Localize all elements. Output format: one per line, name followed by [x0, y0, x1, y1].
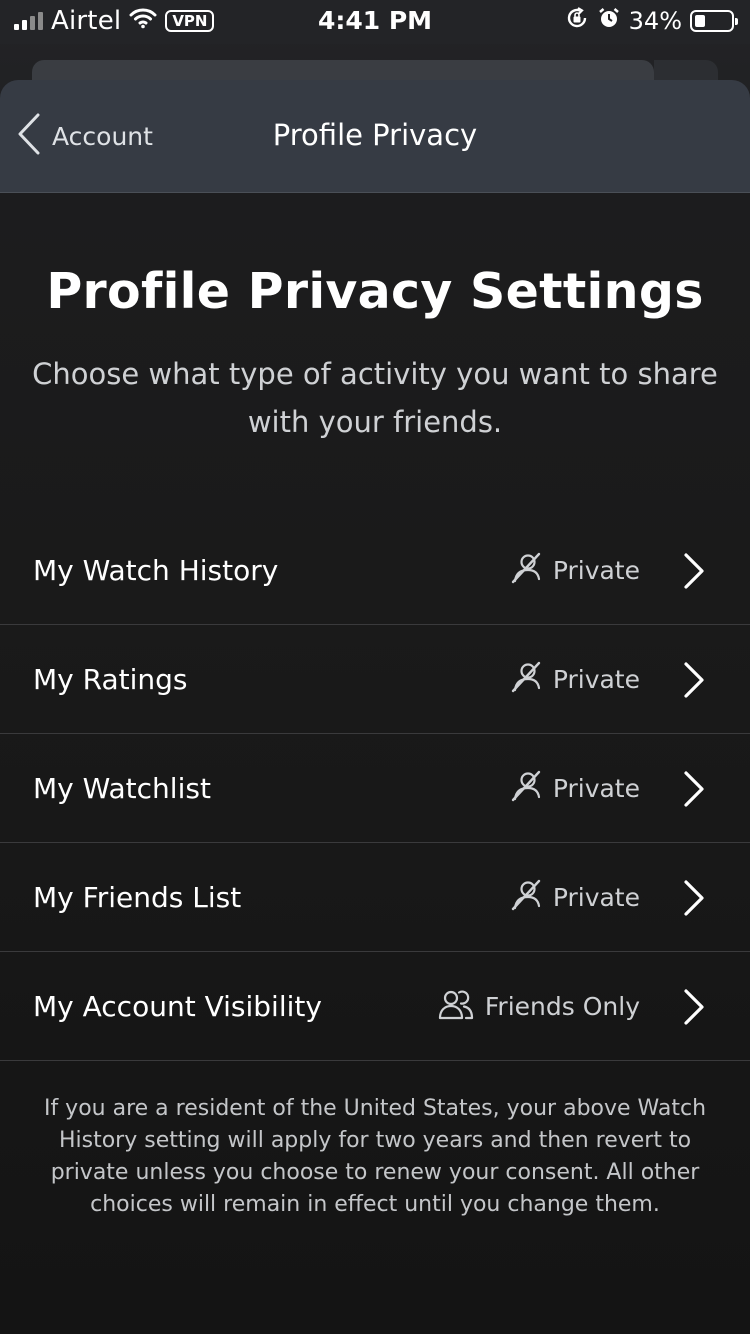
status-bar: Airtel VPN 4:41 PM 34% [0, 0, 750, 44]
chevron-right-icon [682, 988, 706, 1030]
setting-row-friends-list[interactable]: My Friends List Private [0, 843, 750, 952]
setting-value: Private [509, 769, 640, 807]
privacy-sheet: Account Profile Privacy Profile Privacy … [0, 80, 750, 1334]
setting-row-watchlist[interactable]: My Watchlist Private [0, 734, 750, 843]
setting-row-account-visibility[interactable]: My Account Visibility Friends Only [0, 952, 750, 1061]
settings-heading: Profile Privacy Settings [46, 263, 704, 320]
friends-icon [437, 987, 475, 1025]
setting-value-text: Private [552, 555, 640, 585]
setting-value-text: Private [552, 773, 640, 803]
back-label: Account [52, 121, 153, 151]
setting-label: My Friends List [33, 880, 242, 914]
consent-footnote: If you are a resident of the United Stat… [43, 1096, 707, 1217]
setting-value: Private [509, 660, 640, 698]
screen: Airtel VPN 4:41 PM 34% Account Profile P… [0, 0, 750, 1334]
chevron-right-icon [682, 661, 706, 703]
private-icon [509, 551, 543, 589]
private-icon [509, 769, 543, 807]
setting-label: My Account Visibility [33, 989, 322, 1023]
orientation-lock-icon [565, 6, 589, 37]
private-icon [509, 660, 543, 698]
chevron-right-icon [682, 879, 706, 921]
chevron-right-icon [682, 770, 706, 812]
battery-percent: 34% [628, 7, 682, 35]
setting-value: Friends Only [437, 987, 640, 1025]
setting-value-text: Private [552, 664, 640, 694]
private-icon [509, 878, 543, 916]
chevron-left-icon [16, 112, 42, 160]
setting-label: My Watchlist [33, 771, 211, 805]
settings-subheading: Choose what type of activity you want to… [32, 357, 718, 439]
battery-icon [690, 10, 738, 32]
setting-value-text: Private [552, 882, 640, 912]
setting-label: My Ratings [33, 662, 188, 696]
settings-list: My Watch History Private My Ratings Priv… [0, 516, 750, 1061]
setting-value: Private [509, 878, 640, 916]
setting-value: Private [509, 551, 640, 589]
navigation-bar: Account Profile Privacy [0, 80, 750, 193]
back-button[interactable]: Account [16, 112, 153, 160]
chevron-right-icon [682, 552, 706, 594]
alarm-icon [597, 6, 621, 37]
setting-label: My Watch History [33, 553, 279, 587]
setting-row-ratings[interactable]: My Ratings Private [0, 625, 750, 734]
status-right: 34% [565, 6, 738, 37]
setting-row-watch-history[interactable]: My Watch History Private [0, 516, 750, 625]
setting-value-text: Friends Only [484, 991, 640, 1021]
